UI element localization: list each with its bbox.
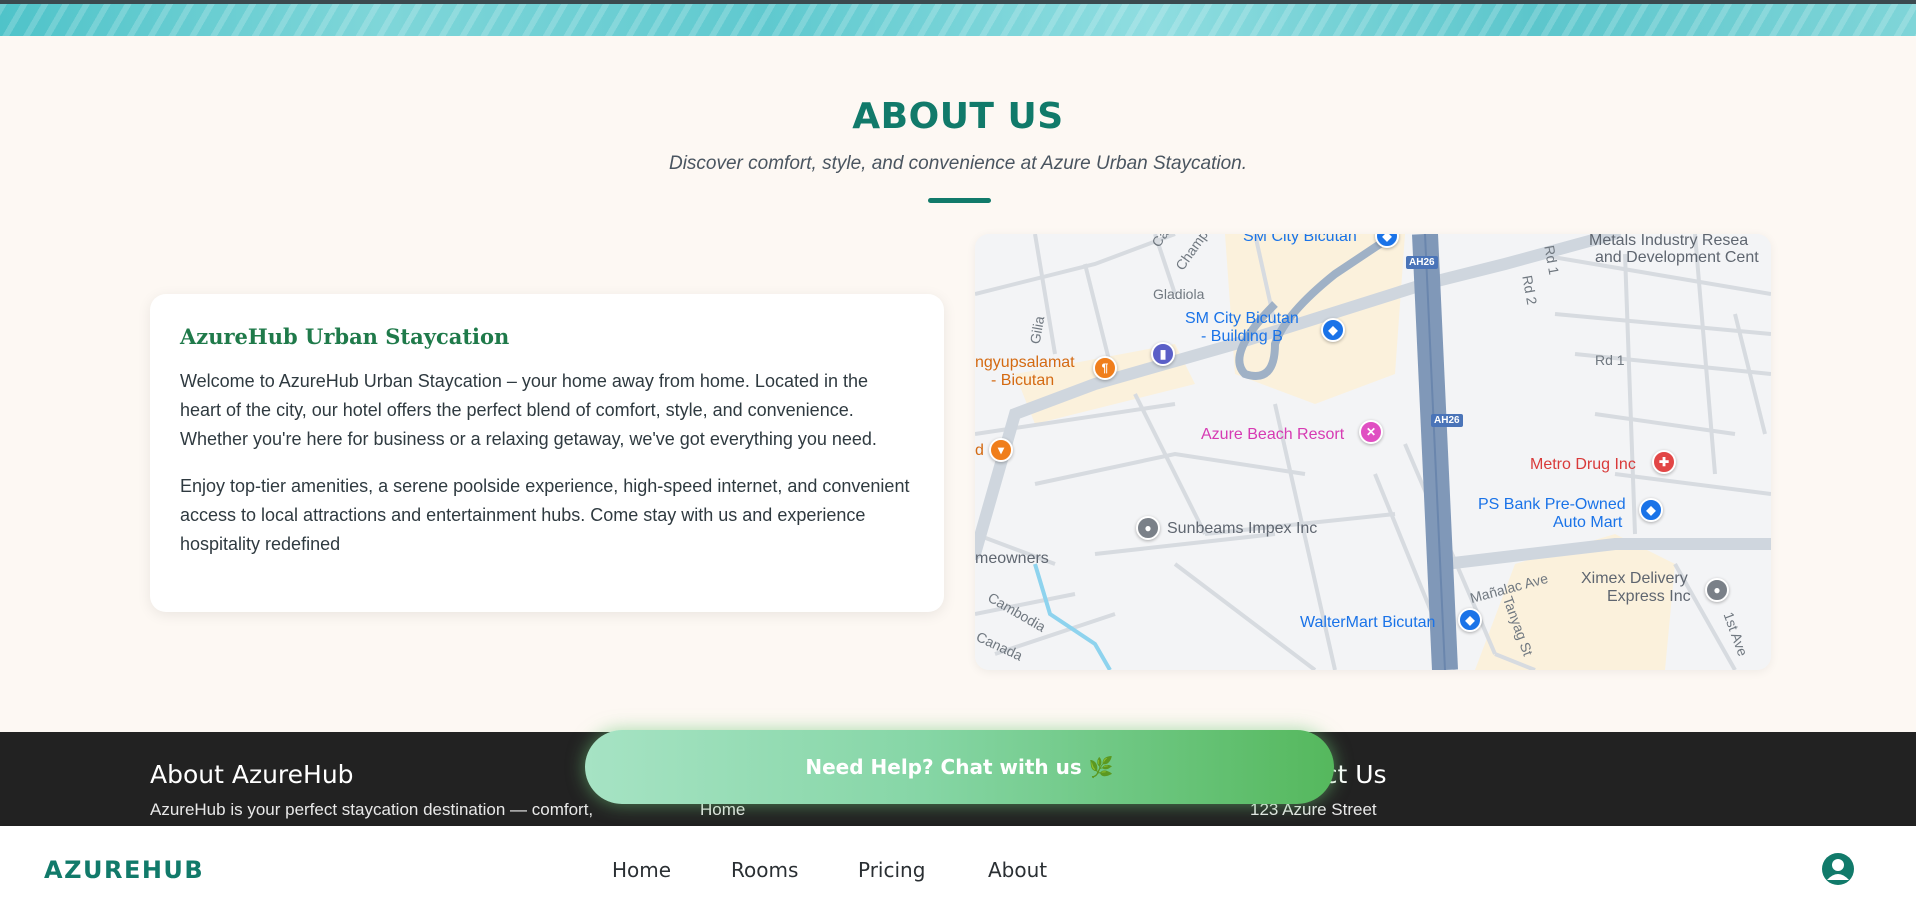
map-label-ximex-2: Express Inc: [1607, 588, 1691, 605]
footer-about-text: AzureHub is your perfect staycation dest…: [150, 800, 594, 819]
location-pin-icon[interactable]: ●: [1136, 516, 1160, 540]
footer-about-title: About AzureHub: [150, 760, 354, 789]
chat-help-button[interactable]: Need Help? Chat with us 🌿: [585, 730, 1334, 804]
gas-station-icon[interactable]: ▮: [1151, 342, 1175, 366]
restaurant-icon[interactable]: ¶: [1093, 356, 1117, 380]
map-label-mangyupsalamat-1: ngyupsalamat: [975, 354, 1075, 371]
title-divider: [928, 198, 991, 203]
card-paragraph-2: Enjoy top-tier amenities, a serene pools…: [180, 476, 910, 554]
map-label-sm-b: SM City Bicutan: [1185, 310, 1299, 327]
map-label-ximex-1: Ximex Delivery: [1581, 570, 1688, 587]
map-label-sunbeams: Sunbeams Impex Inc: [1167, 520, 1318, 537]
map-label-metals-2: and Development Cent: [1595, 249, 1759, 266]
card-title: AzureHub Urban Staycation: [180, 324, 510, 349]
user-circle-icon[interactable]: [1822, 853, 1854, 885]
about-subtitle: Discover comfort, style, and convenience…: [668, 153, 1247, 174]
map-label-sm-b-2: - Building B: [1201, 328, 1283, 345]
map-label-metals-1: Metals Industry Resea: [1589, 234, 1749, 249]
pharmacy-icon[interactable]: ✚: [1652, 450, 1676, 474]
highway-shield: AH26: [1431, 414, 1463, 427]
about-section: ABOUT US Discover comfort, style, and co…: [0, 36, 1916, 732]
location-pin-icon[interactable]: ●: [1705, 578, 1729, 602]
about-title: ABOUT US: [852, 96, 1064, 137]
nav-link-about[interactable]: About: [988, 858, 1047, 882]
map-label-azure-beach: Azure Beach Resort: [1201, 426, 1345, 443]
nav-link-home[interactable]: Home: [612, 858, 671, 882]
shopping-bag-icon[interactable]: ◆: [1321, 318, 1345, 342]
brand-logo[interactable]: AZUREHUB: [44, 856, 204, 884]
cafe-icon[interactable]: ▾: [989, 438, 1013, 462]
nav-link-pricing[interactable]: Pricing: [858, 858, 925, 882]
about-card: AzureHub Urban Staycation Welcome to Azu…: [150, 294, 944, 612]
map-label-meowners: meowners: [975, 550, 1049, 567]
pool-banner-strip: [0, 0, 1916, 36]
map-label-sm-city: SM City Bicutan: [1243, 234, 1357, 245]
map-label-d: d: [975, 442, 984, 459]
shopping-bag-icon[interactable]: ◆: [1458, 608, 1482, 632]
road-label: Rd 1: [1595, 352, 1625, 368]
location-map[interactable]: AH26 AH26 SM City Bicutan ◆ Metals Indus…: [975, 234, 1771, 670]
map-label-ps-bank-1: PS Bank Pre-Owned: [1478, 496, 1626, 513]
beach-resort-icon[interactable]: ✕: [1359, 420, 1383, 444]
map-label-mangyupsalamat-2: - Bicutan: [991, 372, 1055, 389]
card-paragraph-1: Welcome to AzureHub Urban Staycation – y…: [180, 371, 877, 449]
nav-link-rooms[interactable]: Rooms: [731, 858, 798, 882]
road-label: Gladiola: [1153, 286, 1205, 302]
map-label-metro-drug: Metro Drug Inc: [1530, 456, 1636, 473]
bottom-navbar: AZUREHUB Home Rooms Pricing About: [0, 826, 1916, 914]
map-label-waltermart: WalterMart Bicutan: [1300, 614, 1436, 631]
map-label-ps-bank-2: Auto Mart: [1553, 514, 1623, 531]
highway-shield: AH26: [1406, 256, 1438, 269]
car-dealer-icon[interactable]: ◆: [1639, 498, 1663, 522]
